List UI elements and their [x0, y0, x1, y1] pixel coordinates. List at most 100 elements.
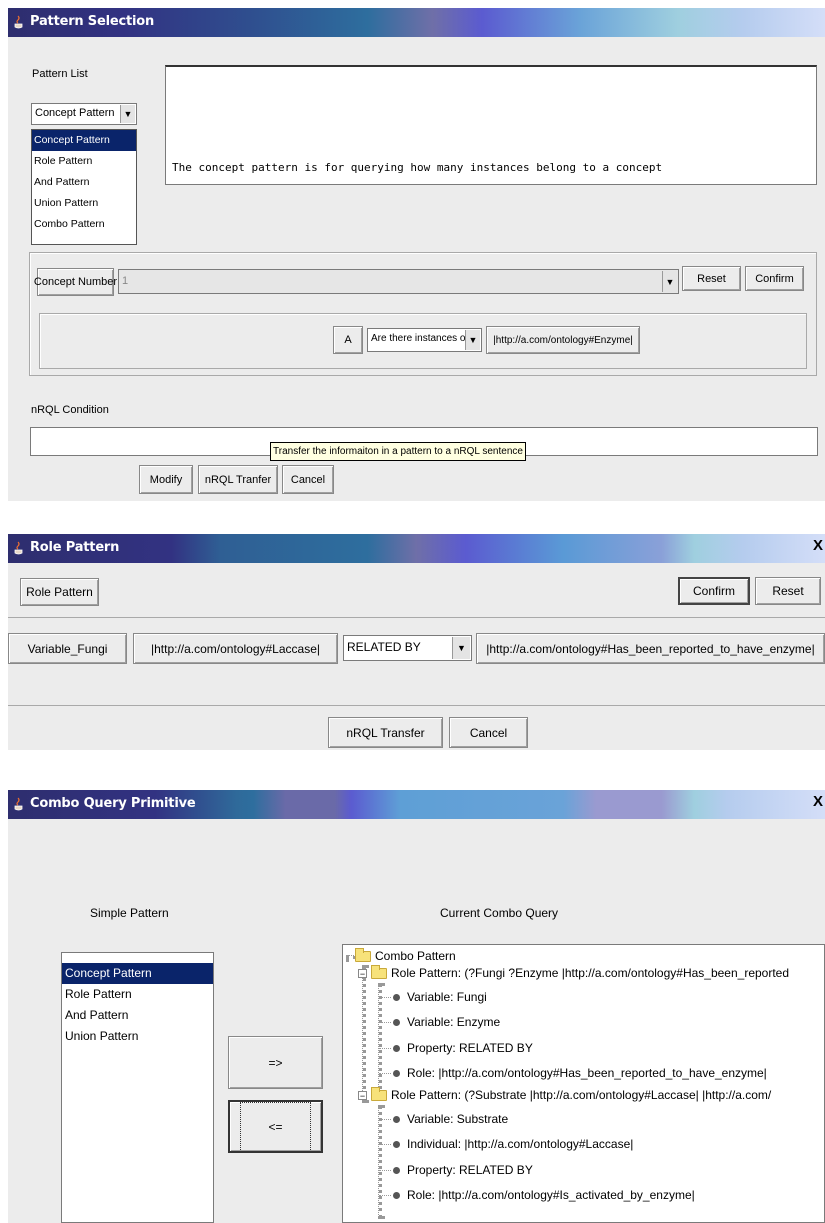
- add-pattern-button[interactable]: =>: [228, 1036, 323, 1089]
- pattern-selection-window: Pattern Selection Pattern List Concept P…: [8, 8, 825, 501]
- reset-button[interactable]: Reset: [682, 266, 741, 291]
- tree-leaf-label: Role: |http://a.com/ontology#Has_been_re…: [407, 1066, 767, 1080]
- bullet-icon: [393, 1115, 400, 1123]
- concept-value-button[interactable]: |http://a.com/ontology#Enzyme|: [486, 326, 640, 354]
- combo-query-tree[interactable]: Combo Pattern − Role Pattern: (?Fungi ?E…: [342, 944, 825, 1223]
- relation-select[interactable]: RELATED BY ▼: [343, 635, 472, 661]
- tree-leaf[interactable]: Property: RELATED BY: [379, 1039, 533, 1057]
- nrql-condition-label: nRQL Condition: [31, 404, 109, 416]
- collapse-icon[interactable]: −: [358, 1091, 367, 1101]
- tree-root-label: Combo Pattern: [375, 949, 456, 963]
- combo-query-window: Combo Query Primitive X Simple Pattern C…: [8, 790, 825, 1223]
- role-pattern-window: Role Pattern X Role Pattern Confirm Rese…: [8, 534, 825, 750]
- nrql-transfer-button[interactable]: nRQL Tranfer: [198, 465, 278, 494]
- pattern-description-area[interactable]: The concept pattern is for querying how …: [165, 65, 817, 185]
- simple-pattern-label: Simple Pattern: [90, 906, 169, 920]
- reset-button[interactable]: Reset: [755, 577, 821, 605]
- folder-icon: [355, 947, 371, 962]
- tree-leaf[interactable]: Property: RELATED BY: [379, 1161, 533, 1179]
- tree-leaf[interactable]: Individual: |http://a.com/ontology#Lacca…: [379, 1135, 633, 1153]
- tree-root[interactable]: Combo Pattern: [355, 947, 456, 965]
- tree-leaf-label: Variable: Fungi: [407, 990, 487, 1004]
- pattern-option-union[interactable]: Union Pattern: [32, 193, 136, 214]
- pattern-type-select[interactable]: Concept Pattern ▼: [31, 103, 137, 125]
- folder-icon: [371, 964, 387, 979]
- separator: [8, 705, 825, 706]
- bullet-icon: [393, 1140, 400, 1148]
- window-title: Role Pattern: [30, 540, 120, 555]
- bullet-icon: [393, 1069, 400, 1077]
- combo-query-titlebar[interactable]: Combo Query Primitive X: [8, 790, 825, 819]
- close-icon[interactable]: X: [813, 793, 823, 810]
- pattern-option-combo[interactable]: Combo Pattern: [32, 214, 136, 235]
- java-cup-icon: [14, 541, 23, 555]
- tree-line: [362, 965, 366, 1103]
- concept-number-button[interactable]: Concept Number: [34, 268, 117, 296]
- chevron-down-icon[interactable]: ▼: [452, 637, 470, 659]
- concept-number-select[interactable]: 1 ▼: [118, 269, 679, 294]
- pattern-type-dropdown: Concept Pattern Role Pattern And Pattern…: [31, 129, 137, 245]
- folder-icon: [371, 1086, 387, 1101]
- pattern-type-value: Concept Pattern: [35, 107, 115, 119]
- pattern-option-and[interactable]: And Pattern: [32, 172, 136, 193]
- tree-leaf[interactable]: Role: |http://a.com/ontology#Is_activate…: [379, 1186, 695, 1204]
- tree-leaf-label: Variable: Substrate: [407, 1112, 509, 1126]
- confirm-button[interactable]: Confirm: [745, 266, 804, 291]
- collapse-icon[interactable]: −: [358, 969, 367, 979]
- pattern-selection-titlebar[interactable]: Pattern Selection: [8, 8, 825, 37]
- tree-node-label: Role Pattern: (?Substrate |http://a.com/…: [391, 1088, 772, 1102]
- role-pattern-titlebar[interactable]: Role Pattern X: [8, 534, 825, 563]
- separator: [8, 617, 825, 618]
- variable-fungi-button[interactable]: Variable_Fungi: [8, 633, 127, 664]
- tree-node[interactable]: Role Pattern: (?Fungi ?Enzyme |http://a.…: [371, 964, 789, 982]
- bullet-icon: [393, 1166, 400, 1174]
- pattern-option-role[interactable]: Role Pattern: [32, 151, 136, 172]
- tree-node-label: Role Pattern: (?Fungi ?Enzyme |http://a.…: [391, 966, 790, 980]
- tree-node[interactable]: Role Pattern: (?Substrate |http://a.com/…: [371, 1086, 771, 1104]
- cancel-button[interactable]: Cancel: [282, 465, 334, 494]
- cancel-button[interactable]: Cancel: [449, 717, 528, 748]
- simple-pattern-item[interactable]: Concept Pattern: [62, 963, 213, 984]
- role-pattern-button[interactable]: Role Pattern: [20, 578, 99, 606]
- tree-leaf-label: Variable: Enzyme: [407, 1015, 501, 1029]
- bullet-icon: [393, 1044, 400, 1052]
- nrql-transfer-tooltip: Transfer the informaiton in a pattern to…: [270, 442, 526, 461]
- window-title: Pattern Selection: [30, 14, 155, 29]
- tree-leaf-label: Property: RELATED BY: [407, 1163, 533, 1177]
- laccase-individual-button[interactable]: |http://a.com/ontology#Laccase|: [133, 633, 338, 664]
- chevron-down-icon[interactable]: ▼: [465, 330, 480, 350]
- simple-pattern-item[interactable]: Role Pattern: [62, 984, 213, 1005]
- tree-leaf-label: Property: RELATED BY: [407, 1041, 533, 1055]
- remove-pattern-button-label: <=: [240, 1101, 311, 1152]
- java-cup-icon: [14, 797, 23, 811]
- modify-button[interactable]: Modify: [139, 465, 193, 494]
- close-icon[interactable]: X: [813, 537, 823, 554]
- simple-pattern-item[interactable]: And Pattern: [62, 1005, 213, 1026]
- confirm-button[interactable]: Confirm: [678, 577, 750, 605]
- chevron-down-icon[interactable]: ▼: [120, 105, 135, 123]
- nrql-transfer-button[interactable]: nRQL Transfer: [328, 717, 443, 748]
- simple-pattern-list[interactable]: Concept Pattern Role Pattern And Pattern…: [61, 952, 214, 1223]
- concept-number-value: 1: [122, 275, 129, 287]
- pattern-option-concept[interactable]: Concept Pattern: [32, 130, 136, 151]
- pattern-description-text: The concept pattern is for querying how …: [172, 161, 663, 174]
- query-type-value: Are there instances of: [371, 333, 469, 344]
- bullet-icon: [393, 1018, 400, 1026]
- chevron-down-icon[interactable]: ▼: [662, 271, 677, 292]
- java-cup-icon: [14, 15, 23, 29]
- variable-a-button[interactable]: A: [333, 326, 363, 354]
- query-type-select[interactable]: Are there instances of ▼: [367, 328, 482, 352]
- tree-leaf[interactable]: Role: |http://a.com/ontology#Has_been_re…: [379, 1064, 767, 1082]
- tree-leaf-label: Individual: |http://a.com/ontology#Lacca…: [407, 1137, 634, 1151]
- property-button[interactable]: |http://a.com/ontology#Has_been_reported…: [476, 633, 825, 664]
- tree-leaf[interactable]: Variable: Enzyme: [379, 1013, 500, 1031]
- tree-leaf[interactable]: Variable: Fungi: [379, 988, 487, 1006]
- pattern-list-label: Pattern List: [32, 68, 88, 80]
- tree-leaf[interactable]: Variable: Substrate: [379, 1110, 508, 1128]
- window-title: Combo Query Primitive: [30, 796, 196, 811]
- remove-pattern-button[interactable]: <=: [228, 1100, 323, 1153]
- bullet-icon: [393, 1191, 400, 1199]
- tree-leaf-label: Role: |http://a.com/ontology#Is_activate…: [407, 1188, 695, 1202]
- current-combo-query-label: Current Combo Query: [440, 906, 559, 920]
- simple-pattern-item[interactable]: Union Pattern: [62, 1026, 213, 1047]
